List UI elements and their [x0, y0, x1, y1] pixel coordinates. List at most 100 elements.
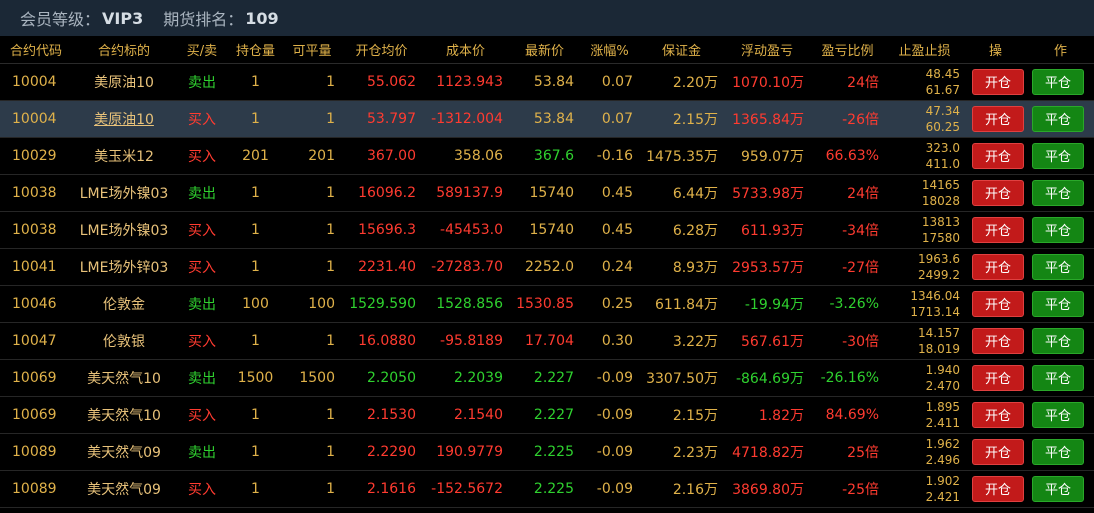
close-position-button[interactable]: 平仓 [1032, 327, 1084, 354]
take-profit-value: 1.895 [925, 399, 960, 414]
close-position-button[interactable]: 平仓 [1032, 438, 1084, 465]
contract-code-cell: 10038 [0, 211, 72, 249]
position-cell: 1 [228, 396, 283, 434]
open-position-button[interactable]: 开仓 [972, 364, 1024, 391]
tp-sl-cell: 1963.6 2499.2 [885, 248, 964, 286]
closable-cell: 1500 [283, 359, 341, 397]
last-price-cell: 1530.85 [509, 285, 580, 323]
table-row[interactable]: 10038 LME场外镍03 买入 1 1 15696.3 -45453.0 15740 0.4… [0, 211, 1094, 249]
open-price-cell: 55.062 [341, 63, 422, 101]
close-position-button[interactable]: 平仓 [1032, 216, 1084, 243]
side-cell: 买入 [176, 100, 228, 138]
table-row[interactable]: 10029 美玉米12 买入 201 201 367.00 358.06 367.6 -0.16… [0, 137, 1094, 175]
col-buy-sell: 买/卖 [176, 36, 228, 64]
closable-cell: 1 [283, 470, 341, 508]
close-position-button[interactable]: 平仓 [1032, 401, 1084, 428]
last-price-cell: 17.704 [509, 322, 580, 360]
change-cell: 0.25 [580, 285, 639, 323]
action-cell: 开仓 平仓 [964, 137, 1094, 175]
col-action-2: 作 [1027, 36, 1094, 64]
margin-cell: 2.20万 [639, 63, 724, 101]
tp-sl-cell: 47.34 60.25 [885, 100, 964, 138]
col-pl-ratio: 盈亏比例 [810, 36, 885, 64]
open-position-button[interactable]: 开仓 [972, 68, 1024, 95]
close-position-button[interactable]: 平仓 [1032, 68, 1084, 95]
contract-code-cell: 10046 [0, 285, 72, 323]
table-row[interactable]: 10046 伦敦金 卖出 100 100 1529.590 1528.856 1530.85 0… [0, 285, 1094, 323]
cost-price-cell: 358.06 [422, 137, 509, 175]
tp-sl-cell: 1346.04 1713.14 [885, 285, 964, 323]
cost-price-cell: -45453.0 [422, 211, 509, 249]
close-position-button[interactable]: 平仓 [1032, 290, 1084, 317]
open-price-cell: 2.1616 [341, 470, 422, 508]
side-cell: 卖出 [176, 433, 228, 471]
close-position-button[interactable]: 平仓 [1032, 142, 1084, 169]
open-price-cell: 16.0880 [341, 322, 422, 360]
last-price-cell: 367.6 [509, 137, 580, 175]
floating-pl-cell: 4718.82万 [724, 433, 810, 471]
floating-pl-cell: 611.93万 [724, 211, 810, 249]
col-open-avg-price: 开仓均价 [341, 36, 422, 64]
contract-code-cell: 10038 [0, 174, 72, 212]
table-row[interactable]: 10089 美天然气09 卖出 1 1 2.2290 190.9779 2.225 -0.09 2… [0, 433, 1094, 471]
table-row[interactable]: 10047 伦敦银 买入 1 1 16.0880 -95.8189 17.704 0.30 3.2… [0, 322, 1094, 360]
change-cell: 0.30 [580, 322, 639, 360]
open-position-button[interactable]: 开仓 [972, 253, 1024, 280]
table-row[interactable]: 10004 美原油10 买入 1 1 53.797 -1312.004 53.84 0.07 2.… [0, 100, 1094, 138]
margin-cell: 2.15万 [639, 100, 724, 138]
last-price-cell: 2252.0 [509, 248, 580, 286]
position-cell: 1 [228, 248, 283, 286]
close-position-button[interactable]: 平仓 [1032, 475, 1084, 502]
contract-name-link[interactable]: 美原油10 [94, 112, 154, 128]
close-position-button[interactable]: 平仓 [1032, 105, 1084, 132]
table-row[interactable]: 10069 美天然气10 买入 1 1 2.1530 2.1540 2.227 -0.09 2.1… [0, 396, 1094, 434]
margin-cell: 1475.35万 [639, 137, 724, 175]
closable-cell: 1 [283, 396, 341, 434]
last-price-cell: 53.84 [509, 63, 580, 101]
open-position-button[interactable]: 开仓 [972, 327, 1024, 354]
col-action-1: 操 [964, 36, 1027, 64]
table-row[interactable]: 10038 LME场外镍03 卖出 1 1 16096.2 589137.9 15740 0.4… [0, 174, 1094, 212]
contract-name-cell: 伦敦金 [72, 285, 176, 323]
col-contract-code: 合约代码 [0, 36, 72, 64]
open-position-button[interactable]: 开仓 [972, 142, 1024, 169]
close-position-button[interactable]: 平仓 [1032, 253, 1084, 280]
open-position-button[interactable]: 开仓 [972, 216, 1024, 243]
col-contract-underlying: 合约标的 [72, 36, 176, 64]
contract-name-cell[interactable]: 美原油10 [72, 100, 176, 138]
close-position-button[interactable]: 平仓 [1032, 364, 1084, 391]
col-change-pct: 涨幅% [580, 36, 639, 64]
pl-ratio-cell: -27倍 [810, 248, 885, 286]
floating-pl-cell: -864.69万 [724, 359, 810, 397]
floating-pl-cell: 3869.80万 [724, 470, 810, 508]
last-price-cell: 53.84 [509, 100, 580, 138]
table-row[interactable]: 10041 LME场外锌03 买入 1 1 2231.40 -27283.70 2252.0 0… [0, 248, 1094, 286]
table-row[interactable]: 10004 美原油10 卖出 1 1 55.062 1123.943 53.84 0.07 2.2… [0, 63, 1094, 101]
change-cell: -0.09 [580, 470, 639, 508]
change-cell: 0.24 [580, 248, 639, 286]
side-cell: 买入 [176, 470, 228, 508]
margin-cell: 3.22万 [639, 322, 724, 360]
action-cell: 开仓 平仓 [964, 359, 1094, 397]
take-profit-value: 47.34 [925, 103, 960, 118]
open-position-button[interactable]: 开仓 [972, 105, 1024, 132]
closable-cell: 1 [283, 63, 341, 101]
pl-ratio-cell: -3.26% [810, 285, 885, 323]
position-cell: 100 [228, 285, 283, 323]
stop-loss-value: 411.0 [925, 156, 960, 171]
open-position-button[interactable]: 开仓 [972, 179, 1024, 206]
stop-loss-value: 1713.14 [910, 304, 960, 319]
open-position-button[interactable]: 开仓 [972, 475, 1024, 502]
close-position-button[interactable]: 平仓 [1032, 179, 1084, 206]
contract-code-cell: 10004 [0, 100, 72, 138]
closable-cell: 1 [283, 174, 341, 212]
open-position-button[interactable]: 开仓 [972, 401, 1024, 428]
open-price-cell: 15696.3 [341, 211, 422, 249]
table-row[interactable]: 10069 美天然气10 卖出 1500 1500 2.2050 2.2039 2.227 -0… [0, 359, 1094, 397]
side-cell: 卖出 [176, 359, 228, 397]
col-last-price: 最新价 [509, 36, 580, 64]
open-position-button[interactable]: 开仓 [972, 290, 1024, 317]
table-row[interactable]: 10089 美天然气09 买入 1 1 2.1616 -152.5672 2.225 -0.09… [0, 470, 1094, 508]
stop-loss-value: 61.67 [925, 82, 960, 97]
open-position-button[interactable]: 开仓 [972, 438, 1024, 465]
